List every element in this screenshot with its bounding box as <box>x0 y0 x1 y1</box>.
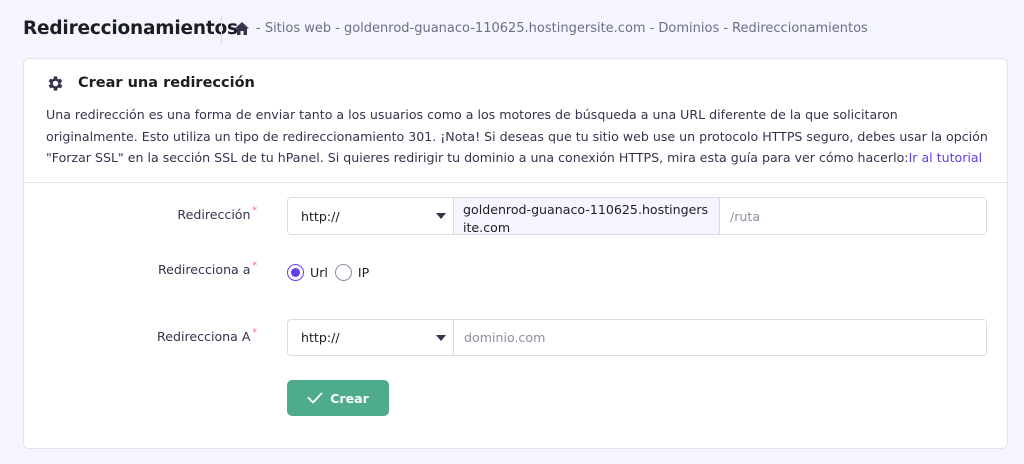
chevron-down-icon <box>436 213 446 219</box>
required-mark: * <box>252 261 258 271</box>
target-domain-input[interactable] <box>454 320 986 355</box>
create-redirect-card: Crear una redirección Una redirección es… <box>23 58 1008 449</box>
redirect-path-input[interactable] <box>720 198 986 234</box>
required-mark: * <box>252 206 258 216</box>
page-title: Redireccionamientos <box>23 18 238 39</box>
redirect-field-group: http:// goldenrod-guanaco-110625.hosting… <box>287 197 987 235</box>
breadcrumb: - Sitios web - goldenrod-guanaco-110625.… <box>234 21 872 36</box>
radio-url-label[interactable]: Url <box>310 265 328 280</box>
radio-url[interactable] <box>287 264 304 281</box>
target-field-group: http:// <box>287 319 987 356</box>
target-label-text: Redirecciona A <box>157 329 251 344</box>
redirect-to-label: Redirecciona a * <box>57 261 258 277</box>
create-button[interactable]: Crear <box>287 380 389 416</box>
create-button-label: Crear <box>330 390 369 406</box>
card-title: Crear una redirección <box>78 75 255 91</box>
gear-icon <box>48 76 63 91</box>
redirect-type-radio-group: Url IP <box>287 264 376 281</box>
radio-ip[interactable] <box>334 264 352 281</box>
redirect-protocol-select[interactable]: http:// <box>288 198 454 234</box>
target-protocol-value: http:// <box>301 330 340 345</box>
target-protocol-select[interactable]: http:// <box>288 320 454 355</box>
description-text: Una redirección es una forma de enviar t… <box>46 107 988 165</box>
card-description: Una redirección es una forma de enviar t… <box>46 104 991 169</box>
tutorial-link[interactable]: Ir al tutorial <box>909 150 983 165</box>
redirect-label-text: Redirección <box>177 207 251 222</box>
check-icon <box>307 392 323 404</box>
breadcrumb-domains[interactable]: - Dominios <box>650 21 720 36</box>
radio-ip-label[interactable]: IP <box>358 265 369 280</box>
card-header: Crear una redirección Una redirección es… <box>24 59 1007 183</box>
redirect-to-label-text: Redirecciona a <box>157 262 251 277</box>
target-label: Redirecciona A * <box>57 328 258 344</box>
page-header: Redireccionamientos - Sitios web - golde… <box>0 0 1024 58</box>
redirect-protocol-value: http:// <box>301 208 340 224</box>
breadcrumb-redirects: - Redireccionamientos <box>723 21 868 36</box>
title-divider <box>221 16 222 44</box>
required-mark: * <box>252 328 258 338</box>
redirect-domain: goldenrod-guanaco-110625.hostingersite.c… <box>454 198 720 234</box>
breadcrumb-websites[interactable]: - Sitios web <box>256 21 331 36</box>
redirect-label: Redirección * <box>57 206 258 222</box>
chevron-down-icon <box>436 334 446 341</box>
home-icon[interactable] <box>234 21 250 36</box>
breadcrumb-site[interactable]: - goldenrod-guanaco-110625.hostingersite… <box>335 21 645 36</box>
